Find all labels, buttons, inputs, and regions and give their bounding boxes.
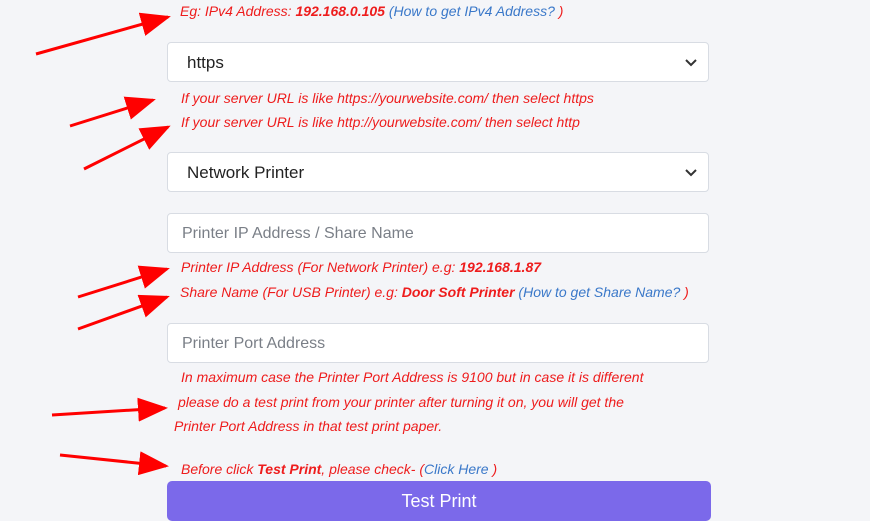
- printer-type-select-value: Network Printer: [187, 163, 305, 182]
- share-name-example-value: Door Soft Printer: [401, 284, 515, 300]
- share-name-help-link[interactable]: How to get Share Name?: [523, 284, 680, 300]
- arrow: [59, 451, 169, 476]
- arrow: [77, 265, 170, 299]
- test-print-hint-prefix: Before click: [181, 461, 258, 477]
- printer-ip-hint-prefix: Printer IP Address (For Network Printer)…: [181, 259, 460, 275]
- click-here-link[interactable]: Click Here: [424, 461, 489, 477]
- arrow: [69, 96, 156, 128]
- test-print-hint-bold: Test Print: [257, 461, 322, 477]
- share-name-paren-close: ): [680, 284, 689, 300]
- ipv4-help-link[interactable]: How to get IPv4 Address?: [394, 3, 555, 19]
- printer-ip-example-value: 192.168.1.87: [459, 259, 542, 275]
- printer-port-placeholder: Printer Port Address: [182, 335, 326, 352]
- arrow: [77, 294, 170, 331]
- printer-ip-input[interactable]: Printer IP Address / Share Name: [167, 213, 709, 253]
- protocol-hint-https: If your server URL is like https://yourw…: [181, 90, 594, 106]
- test-print-hint-middle: , please check- (: [321, 461, 425, 477]
- port-hint-line-2: please do a test print from your printer…: [178, 394, 624, 410]
- printer-port-input[interactable]: Printer Port Address: [167, 323, 709, 363]
- protocol-hint-http: If your server URL is like http://yourwe…: [181, 114, 580, 130]
- ipv4-hint: Eg: IPv4 Address: 192.168.0.105 (How to …: [180, 2, 563, 20]
- printer-ip-hint: Printer IP Address (For Network Printer)…: [181, 258, 541, 276]
- printer-type-select[interactable]: Network Printer: [167, 152, 709, 192]
- share-name-hint-prefix: Share Name (For USB Printer) e.g:: [180, 284, 402, 300]
- test-print-button[interactable]: Test Print: [167, 481, 711, 521]
- arrow: [35, 12, 171, 56]
- test-print-hint: Before click Test Print, please check- (…: [181, 460, 497, 478]
- ipv4-paren-open: (: [384, 3, 394, 19]
- port-hint-line-3: Printer Port Address in that test print …: [174, 418, 443, 434]
- port-hint-line-1: In maximum case the Printer Port Address…: [181, 369, 644, 385]
- protocol-select[interactable]: https: [167, 42, 709, 82]
- ipv4-hint-prefix: Eg: IPv4 Address:: [180, 3, 296, 19]
- ipv4-example-value: 192.168.0.105: [295, 3, 385, 19]
- test-print-hint-suffix: ): [488, 461, 498, 477]
- printer-ip-placeholder: Printer IP Address / Share Name: [182, 225, 414, 242]
- ipv4-paren-close: ): [554, 3, 564, 19]
- chevron-down-icon: [685, 169, 697, 177]
- share-name-paren-open: (: [514, 284, 524, 300]
- chevron-down-icon: [685, 59, 697, 67]
- share-name-hint: Share Name (For USB Printer) e.g: Door S…: [180, 283, 689, 301]
- arrow: [83, 125, 171, 171]
- arrow: [51, 397, 168, 422]
- protocol-select-value: https: [187, 53, 224, 72]
